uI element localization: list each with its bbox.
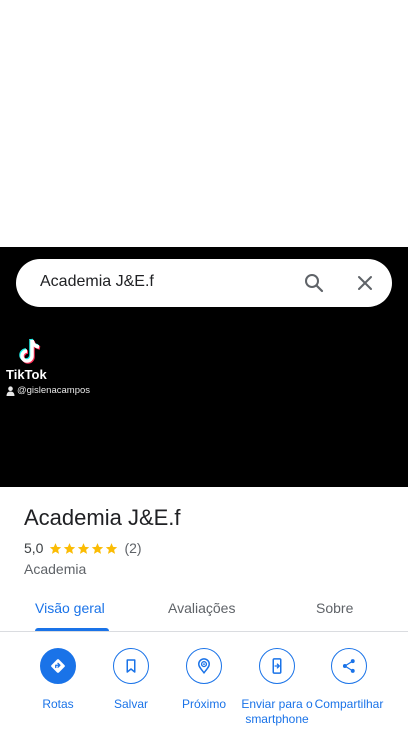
nearby-icon (197, 658, 211, 674)
star-icon (92, 542, 104, 554)
directions-icon-circle (40, 648, 76, 684)
user-icon (6, 386, 15, 396)
send-to-phone-button[interactable]: Enviar para o smartphone (237, 648, 317, 727)
search-bar[interactable]: Academia J&E.f (16, 259, 392, 307)
rating-value: 5,0 (24, 540, 44, 556)
directions-label: Rotas (42, 697, 74, 711)
place-tabs: Visão geral Avaliações Sobre (0, 590, 408, 632)
send-to-phone-label: Enviar para o smartphone (241, 697, 313, 726)
star-icon (50, 542, 62, 554)
share-icon-circle (331, 648, 367, 684)
rating-row[interactable]: 5,0 (2) (24, 540, 142, 556)
tiktok-logo-icon (19, 338, 41, 364)
search-icon[interactable] (302, 271, 326, 295)
directions-icon (51, 659, 65, 673)
nearby-label: Próximo (181, 697, 226, 711)
nearby-button[interactable]: Próximo (164, 648, 244, 712)
star-icon (106, 542, 118, 554)
share-label: Compartilhar (314, 697, 384, 711)
close-icon[interactable] (353, 271, 377, 295)
directions-button[interactable]: Rotas (18, 648, 98, 712)
share-button[interactable]: Compartilhar (309, 648, 389, 712)
star-icon (64, 542, 76, 554)
nearby-icon-circle (186, 648, 222, 684)
map-area (0, 0, 408, 247)
tab-about[interactable]: Sobre (316, 600, 353, 616)
save-label: Salvar (113, 697, 148, 711)
place-title: Academia J&E.f (24, 505, 181, 530)
share-icon (342, 659, 355, 673)
tiktok-brand-text: TikTok (6, 367, 47, 382)
active-tab-indicator (35, 628, 109, 631)
tab-overview[interactable]: Visão geral (35, 600, 105, 616)
review-count: (2) (124, 540, 142, 556)
tab-reviews[interactable]: Avaliações (168, 600, 235, 616)
star-rating (49, 542, 118, 555)
send-to-phone-icon (272, 658, 282, 674)
save-button[interactable]: Salvar (91, 648, 171, 712)
tiktok-handle: @gislenacampos (17, 385, 91, 396)
save-icon-circle (113, 648, 149, 684)
star-icon (78, 542, 90, 554)
bookmark-icon (126, 659, 136, 673)
send-to-phone-icon-circle (259, 648, 295, 684)
search-input[interactable]: Academia J&E.f (40, 273, 154, 291)
place-category: Academia (24, 561, 87, 577)
